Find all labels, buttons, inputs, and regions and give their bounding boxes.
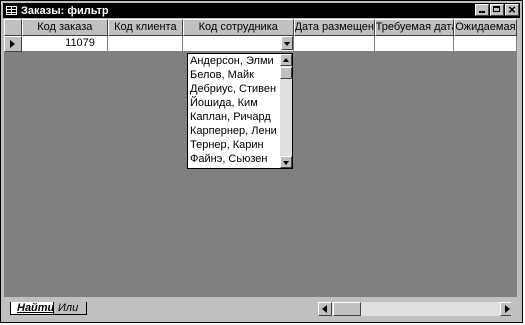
list-item[interactable]: Тернер, Карин (188, 138, 280, 152)
record-selector-arrow-icon[interactable] (4, 36, 22, 52)
list-item[interactable]: Каплан, Ричард (188, 110, 280, 124)
row-selector-header[interactable] (4, 19, 22, 36)
maximize-icon[interactable] (490, 4, 504, 16)
scroll-left-icon[interactable] (318, 302, 332, 316)
horizontal-scroll-thumb[interactable] (333, 302, 361, 316)
resize-grip[interactable] (511, 301, 520, 317)
dropdown-arrow-icon[interactable] (280, 36, 293, 50)
list-item[interactable]: Андерсон, Элми (188, 54, 280, 68)
title-bar[interactable]: Заказы: фильтр (3, 2, 520, 18)
dropdown-items: Андерсон, Элми Белов, Майк Дебриус, Стив… (188, 54, 280, 166)
list-item[interactable]: Файнэ, Сьюзен (188, 152, 280, 166)
client-code-cell[interactable] (107, 36, 184, 52)
column-header-expected[interactable]: Ожидаемая (453, 19, 517, 36)
header-row: Код заказа Код клиента Код сотрудника Да… (4, 19, 517, 36)
horizontal-scrollbar[interactable] (318, 302, 514, 316)
column-header-order-code[interactable]: Код заказа (21, 19, 108, 36)
list-item[interactable]: Карпернер, Лени (188, 124, 280, 138)
filter-window: Заказы: фильтр Код заказа Код клиента Ко… (0, 0, 523, 323)
order-code-cell[interactable]: 11079 (21, 36, 108, 52)
employee-code-combo[interactable] (183, 36, 294, 52)
scroll-up-icon[interactable] (280, 54, 292, 66)
bottom-bar: Найти Или (4, 301, 517, 317)
placed-date-cell[interactable] (293, 36, 375, 52)
column-header-required-date[interactable]: Требуемая дата (374, 19, 454, 36)
scroll-down-icon[interactable] (280, 156, 292, 168)
tab-find[interactable]: Найти (10, 302, 54, 315)
tab-or[interactable]: Или (51, 302, 87, 315)
expected-cell[interactable] (453, 36, 517, 52)
column-header-placed-date[interactable]: Дата размещения (293, 19, 375, 36)
employee-dropdown-list[interactable]: Андерсон, Элми Белов, Майк Дебриус, Стив… (187, 53, 293, 169)
minimize-icon[interactable] (475, 4, 489, 16)
column-header-client-code[interactable]: Код клиента (107, 19, 183, 36)
list-item[interactable]: Дебриус, Стивен (188, 82, 280, 96)
close-icon[interactable] (505, 2, 519, 17)
window-controls (475, 2, 519, 17)
list-item[interactable]: Йошида, Ким (188, 96, 280, 110)
window-title: Заказы: фильтр (21, 4, 109, 17)
table-icon (6, 6, 17, 15)
list-item[interactable]: Белов, Майк (188, 68, 280, 82)
required-date-cell[interactable] (374, 36, 454, 52)
dropdown-scrollbar[interactable] (280, 54, 292, 168)
column-header-employee-code[interactable]: Код сотрудника (182, 19, 294, 36)
scroll-thumb[interactable] (280, 67, 292, 79)
table-row: 11079 (4, 36, 517, 52)
